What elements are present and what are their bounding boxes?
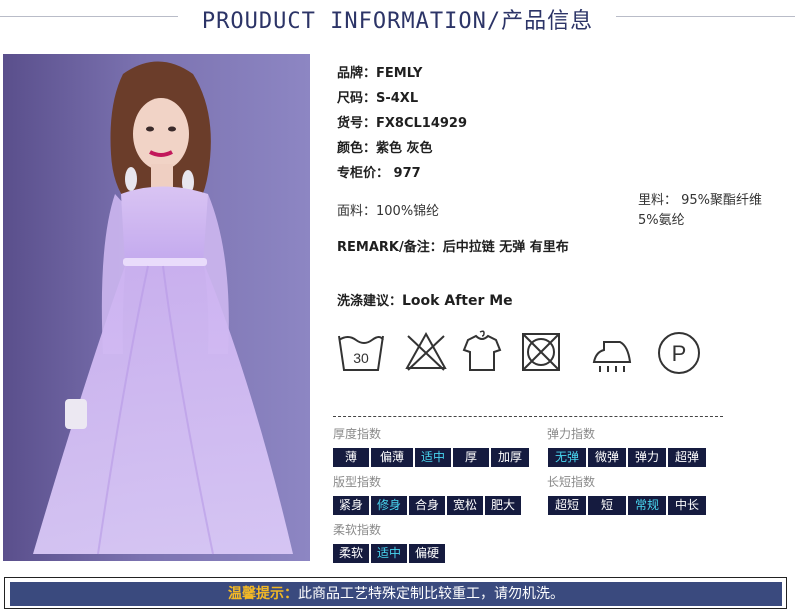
length-index: 超短 短 常规 中长 [548,496,706,515]
elasticity-elastic: 弹力 [628,448,666,467]
fabric-field: 面料：100%锦纶 [337,204,440,219]
section-divider [333,416,723,417]
thickness-index: 薄 偏薄 适中 厚 加厚 [333,448,529,467]
fit-loose: 宽松 [447,496,483,515]
wash-advice: 洗涤建议：Look After Me [337,290,513,309]
length-regular: 常规 [628,496,666,515]
fit-index: 紧身 修身 合身 宽松 肥大 [333,496,521,515]
softness-medium: 适中 [371,544,407,563]
fit-slim: 修身 [371,496,407,515]
length-midi: 中长 [668,496,706,515]
footer-notice-highlight: 温馨提示： [228,586,298,602]
length-extra-short: 超短 [548,496,586,515]
thickness-index-label: 厚度指数 [333,427,382,441]
size-field: 尺码：S-4XL [337,91,419,106]
color-field: 颜色：紫色 灰色 [337,141,433,156]
footer-notice-text: 此商品工艺特殊定制比较重工，请勿机洗。 [298,586,564,602]
elasticity-slight: 微弹 [588,448,626,467]
dry-clean-p-text: P [672,341,687,366]
softness-index-label: 柔软指数 [333,523,382,537]
elasticity-super: 超弹 [668,448,706,467]
lining-field-line2: 5%氨纶 [638,213,685,228]
wash-30-text: 30 [353,350,369,366]
thickness-slightly-thin: 偏薄 [371,448,413,467]
thickness-thin: 薄 [333,448,369,467]
wash-advice-value: Look After Me [402,293,513,309]
no-tumble-dry-icon [519,330,563,378]
product-photo [3,54,310,561]
fit-oversized: 肥大 [485,496,521,515]
thickness-medium: 适中 [415,448,451,467]
wash-advice-label: 洗涤建议： [337,294,403,309]
footer-notice: 温馨提示：此商品工艺特殊定制比较重工，请勿机洗。 [10,582,782,606]
softness-index: 柔软 适中 偏硬 [333,544,445,563]
thickness-extra-thick: 加厚 [491,448,529,467]
fit-tight: 紧身 [333,496,369,515]
length-short: 短 [588,496,626,515]
wash-30-icon: 30 [336,330,386,378]
lining-field-line1: 里料： 95%聚酯纤维 [638,193,763,208]
remark-field: REMARK/备注：后中拉链 无弹 有里布 [337,240,569,255]
softness-soft: 柔软 [333,544,369,563]
page-title: PROUDUCT INFORMATION/产品信息 [201,9,594,34]
elasticity-none: 无弹 [548,448,586,467]
dry-clean-p-icon: P [656,330,702,380]
thickness-thick: 厚 [453,448,489,467]
item-number-field: 货号：FX8CL14929 [337,116,468,131]
price-field: 专柜价： 977 [337,166,421,181]
elasticity-index: 无弹 微弹 弹力 超弹 [548,448,706,467]
softness-stiff: 偏硬 [409,544,445,563]
length-index-label: 长短指数 [547,475,596,489]
elasticity-index-label: 弹力指数 [547,427,596,441]
fit-regular: 合身 [409,496,445,515]
brand-field: 品牌：FEMLY [337,66,423,81]
iron-icon [590,330,634,378]
no-bleach-icon [404,330,448,378]
fit-index-label: 版型指数 [333,475,382,489]
tumble-dry-icon [460,330,504,378]
